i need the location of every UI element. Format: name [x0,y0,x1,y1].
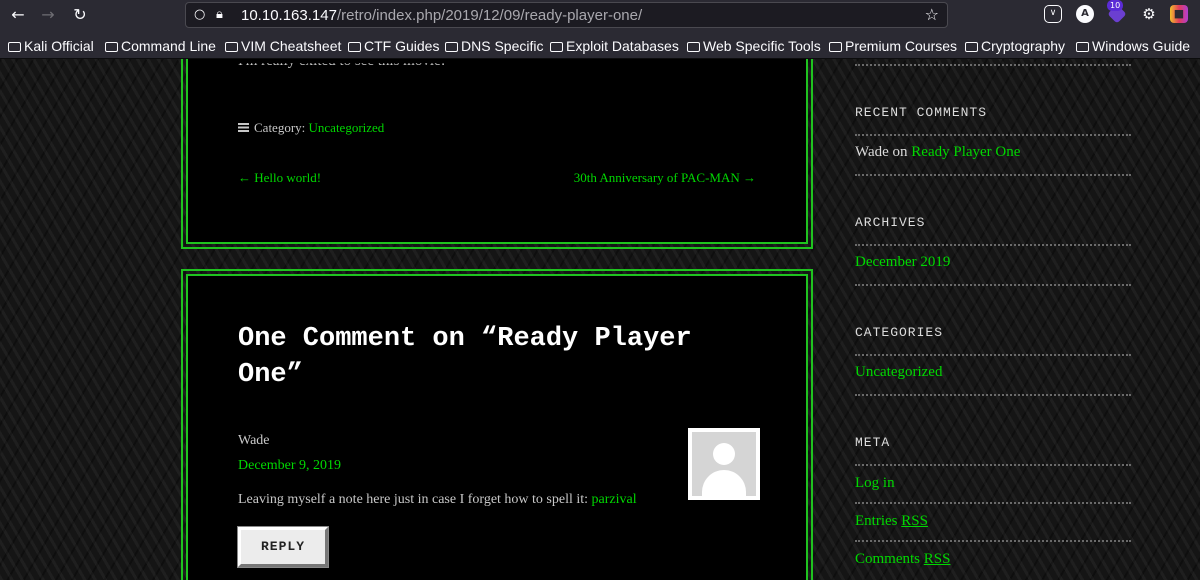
rss-abbr: RSS [901,513,928,529]
bookmark-label: Exploit Databases [566,38,679,54]
forward-arrow-icon[interactable]: → [36,4,60,26]
bookmark-kali-official[interactable]: Kali Official [8,37,94,55]
sidebar-divider [855,244,1131,246]
bookmark-premium-courses[interactable]: Premium Courses [829,37,957,55]
prev-post-link[interactable]: ← Hello world! [238,170,321,186]
bookmark-label: Premium Courses [845,38,958,54]
bookmark-label: Cryptography [981,38,1066,54]
bookmarks-bar: Kali Official Command Line VIM Cheatshee… [0,31,1200,59]
sidebar-divider [855,540,1131,542]
folder-icon [829,42,842,52]
bookmark-command-line[interactable]: Command Line [105,37,216,55]
avatar [688,428,760,500]
sidebar-divider [855,64,1131,66]
bookmark-label: Windows Guide [1092,38,1191,54]
default-avatar-icon [692,432,756,496]
comment-date[interactable]: December 9, 2019 [238,458,341,474]
bookmark-cryptography[interactable]: Cryptography [965,37,1065,55]
bookmark-web-specific-tools[interactable]: Web Specific Tools [687,37,821,55]
folder-icon [225,42,238,52]
bookmark-label: Command Line [121,38,216,54]
sidebar-divider [855,394,1131,396]
meta-entries-label: Entries [855,513,902,529]
meta-title: META [855,435,891,450]
meta-comments-label: Comments [855,551,924,567]
post-category: Category: Uncategorized [238,120,384,136]
meta-comments-rss-link[interactable]: Comments RSS [855,551,950,568]
recent-comment-author: Wade [855,144,889,160]
comments-title: One Comment on “Ready Player One” [238,324,692,390]
meta-login-link[interactable]: Log in [855,475,895,492]
extension-colorful-icon[interactable]: ■ [1170,5,1188,23]
category-list-icon [238,123,249,132]
archive-link-december-2019[interactable]: December 2019 [855,254,950,271]
account-icon[interactable]: A [1076,5,1094,23]
post-cut-text: I'm really exited to see this movie! [238,59,446,69]
bookmark-label: VIM Cheatsheet [241,38,342,54]
web-page: I'm really exited to see this movie! Cat… [0,59,1200,580]
folder-icon [105,42,118,52]
sidebar-divider [855,174,1131,176]
browser-toolbar: ← → ↻ ○ 🔒︎ 10.10.163.147/retro/index.php… [0,0,1200,31]
bookmark-windows-guide[interactable]: Windows Guide [1076,37,1190,55]
meta-entries-rss-link[interactable]: Entries RSS [855,513,928,530]
comment-text: Leaving myself a note here just in case … [238,492,637,508]
reload-icon[interactable]: ↻ [68,4,92,26]
sidebar-divider [855,284,1131,286]
comment-author: Wade [238,433,270,448]
category-link[interactable]: Uncategorized [309,120,385,135]
sidebar-divider [855,134,1131,136]
recent-comment-item: Wade on Ready Player One [855,144,1020,161]
folder-icon [348,42,361,52]
folder-icon [687,42,700,52]
categories-title: CATEGORIES [855,325,944,340]
sidebar-divider [855,464,1131,466]
folder-icon [550,42,563,52]
rss-abbr: RSS [923,551,951,567]
folder-icon [965,42,978,52]
back-arrow-icon[interactable]: ← [6,4,30,26]
bookmark-label: CTF Guides [364,38,440,54]
recent-comment-on: on [888,144,912,160]
avatar-head [713,443,735,465]
sidebar-divider [855,502,1131,504]
url-text[interactable]: 10.10.163.147/retro/index.php/2019/12/09… [241,7,642,24]
pocket-icon[interactable]: ∨ [1044,5,1062,23]
tracking-shield-icon[interactable]: ○ [194,7,205,23]
reply-button[interactable]: REPLY [237,526,329,568]
bookmark-label: DNS Specific [461,38,544,54]
recent-comment-post-link[interactable]: Ready Player One [911,144,1020,160]
bookmark-label: Kali Official [24,38,94,54]
comments-panel: One Comment on “Ready Player One” Wade D… [181,269,813,580]
bookmark-dns-specific[interactable]: DNS Specific [445,37,543,55]
comment-link-parzival[interactable]: parzival [592,492,637,507]
lock-icon[interactable]: 🔒︎ [216,7,223,23]
bookmark-ctf-guides[interactable]: CTF Guides [348,37,439,55]
folder-icon [445,42,458,52]
url-path: /retro/index.php/2019/12/09/ready-player… [336,7,643,24]
extensions-puzzle-icon[interactable]: ⚙ [1140,5,1158,23]
bookmark-label: Web Specific Tools [703,38,821,54]
extension-badge: 10 [1107,0,1124,11]
comment-text-body: Leaving myself a note here just in case … [238,492,592,507]
avatar-body [702,470,746,496]
archives-title: ARCHIVES [855,215,926,230]
next-post-link[interactable]: 30th Anniversary of PAC-MAN → [574,170,756,186]
folder-icon [8,42,21,52]
category-link-uncategorized[interactable]: Uncategorized [855,364,942,381]
url-host: 10.10.163.147 [241,7,337,24]
url-bar[interactable]: ○ 🔒︎ 10.10.163.147/retro/index.php/2019/… [185,2,948,28]
bookmark-star-icon[interactable]: ☆ [925,6,939,24]
folder-icon [1076,42,1089,52]
bookmark-vim-cheatsheet[interactable]: VIM Cheatsheet [225,37,341,55]
sidebar-divider [855,354,1131,356]
bookmark-exploit-databases[interactable]: Exploit Databases [550,37,679,55]
category-label: Category: [254,120,306,135]
recent-comments-title: RECENT COMMENTS [855,105,988,120]
post-panel: I'm really exited to see this movie! Cat… [181,59,813,249]
